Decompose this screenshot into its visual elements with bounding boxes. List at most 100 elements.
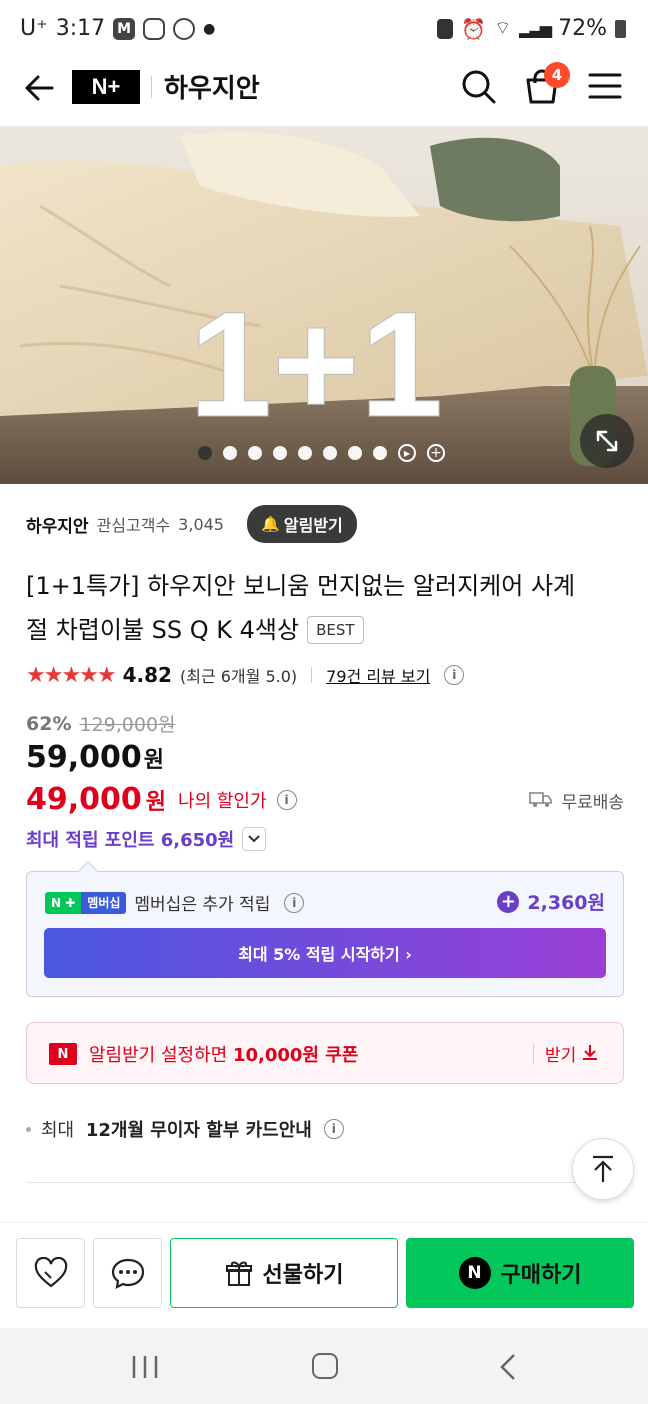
shipping-text: 무료배송 [561,793,624,813]
installment-prefix: 최대 [41,1120,80,1141]
naver-plus-logo-text: N+ [91,74,121,99]
best-badge: BEST [307,616,364,644]
followers-label: 관심고객수 [96,516,171,535]
original-price: 129,000원 [79,714,176,736]
section-divider [26,1182,624,1183]
signal-icon: ▂▃▅ [519,19,552,38]
info-icon[interactable]: i [276,789,297,810]
naver-plus-logo[interactable]: N+ [72,70,140,104]
home-icon[interactable] [312,1353,338,1379]
coupon-amount: 10,000원 쿠폰 [232,1045,359,1066]
instagram-icon [143,17,166,40]
back-icon[interactable] [498,1352,518,1386]
coupon-divider [533,1043,534,1065]
wifi-icon: ⌔ [494,18,512,39]
carousel-dot[interactable] [198,446,212,460]
heart-icon [34,1257,67,1288]
plus-circle-icon: + [497,890,520,913]
back-arrow-icon[interactable] [22,70,58,106]
chat-button[interactable] [93,1238,162,1308]
info-icon[interactable]: i [284,892,305,913]
coupon-text-prefix: 알림받기 설정하면 [89,1045,233,1066]
alarm-icon: ⏰ [461,16,487,41]
app-notification-icon [173,17,196,40]
lock-icon [437,18,454,39]
carousel-dot[interactable] [373,446,387,460]
menu-icon[interactable] [588,72,622,100]
search-icon[interactable] [460,68,498,106]
product-title: [1+1특가] 하우지안 보니움 먼지없는 알러지케어 사계 절 차렵이불 SS… [26,564,626,652]
sale-price: 59,000 [26,740,142,775]
info-icon[interactable]: i [323,1119,344,1139]
membership-points-value: 2,360원 [527,892,605,914]
product-title-line2: 절 차렵이불 SS Q K 4색상 [26,616,300,644]
buy-button[interactable]: N 구매하기 [406,1238,634,1308]
coupon-text: 알림받기 설정하면 10,000원 쿠폰 [89,1041,358,1067]
my-price: 49,000 [26,782,142,817]
system-navigation-bar [0,1328,648,1404]
carousel-indicator: ▶ + [198,444,445,462]
more-notifications-icon: ● [203,20,216,37]
gift-label: 선물하기 [262,1263,344,1288]
membership-badge-label: 멤버십 [81,891,127,914]
gift-button[interactable]: 선물하기 [170,1238,398,1308]
carousel-dot[interactable] [323,446,337,460]
top-navigation: N+ 하우지안 4 [0,58,648,124]
rating-divider [311,667,313,683]
rating-recent: (최근 6개월 5.0) [179,667,298,686]
sale-price-row: 59,000 원 [26,740,164,775]
clock-text: 3:17 [55,16,106,41]
buy-label: 구매하기 [500,1263,582,1288]
bullet [26,1126,31,1132]
coupon-banner[interactable]: N 알림받기 설정하면 10,000원 쿠폰 받기 [26,1022,624,1084]
shipping-info: 무료배송 [529,788,624,813]
rating-score: 4.82 [122,663,172,687]
expand-icon[interactable] [580,414,634,468]
membership-cta-button[interactable]: 최대 5% 적립 시작하기 › [44,928,606,978]
rating-row: ★★★★★ 4.82 (최근 6개월 5.0) 79건 리뷰 보기 i [26,660,465,690]
naver-plus-membership-badge: N ✚ 멤버십 [45,891,127,914]
gmail-icon: M [113,17,136,40]
status-bar: U⁺ 3:17 M ● ⏰ ⌔ ▂▃▅ 72% [0,0,648,58]
alert-subscribe-button[interactable]: 🔔 알림받기 [247,505,357,543]
store-info-row: 하우지안 관심고객수 3,045 [26,508,224,540]
my-price-unit: 원 [145,789,167,815]
carousel-dot[interactable] [348,446,362,460]
carousel-dot[interactable] [298,446,312,460]
product-image-carousel[interactable]: 1+1 [0,126,648,484]
carousel-dot[interactable] [273,446,287,460]
arrow-up-icon [593,1155,613,1182]
sale-price-unit: 원 [143,748,165,773]
naver-pay-icon: N [458,1257,491,1289]
carousel-dot[interactable] [223,446,237,460]
alert-subscribe-label: 알림받기 [283,516,343,535]
chat-bubble-icon [111,1258,144,1289]
more-images-icon[interactable]: + [427,444,445,462]
membership-box: N ✚ 멤버십 멤버십은 추가 적립 i + 2,360원 최대 5% 적립 시… [26,861,624,997]
membership-cta-label: 최대 5% 적립 시작하기 › [238,945,412,964]
wishlist-button[interactable] [16,1238,85,1308]
info-icon[interactable]: i [444,665,465,685]
my-price-label: 나의 할인가 [178,790,267,812]
store-name-header[interactable]: 하우지안 [164,68,260,105]
followers-count: 3,045 [178,514,224,534]
carousel-dot[interactable] [248,446,262,460]
review-link[interactable]: 79건 리뷰 보기 [326,663,430,687]
chevron-down-icon[interactable] [242,827,267,851]
discount-rate: 62% [26,712,72,735]
truck-icon [529,790,553,812]
carrier-text: U⁺ [20,16,48,41]
membership-row: N ✚ 멤버십 멤버십은 추가 적립 i [45,890,305,915]
tooltip-arrow [78,861,98,881]
play-video-icon[interactable]: ▶ [398,444,416,462]
download-icon [580,1042,600,1066]
scroll-to-top-button[interactable] [572,1138,634,1200]
recent-apps-icon[interactable] [130,1354,160,1384]
my-price-row: 49,000 원 나의 할인가 i [26,782,297,817]
cart-count-badge: 4 [544,62,570,88]
coupon-download-button[interactable]: 받기 [545,1041,600,1066]
bedroom-product-photo: 1+1 [0,126,648,484]
max-points-row[interactable]: 최대 적립 포인트 6,650원 [26,826,267,852]
store-name[interactable]: 하우지안 [26,512,89,537]
installment-text[interactable]: 12개월 무이자 할부 카드안내 [86,1116,312,1142]
